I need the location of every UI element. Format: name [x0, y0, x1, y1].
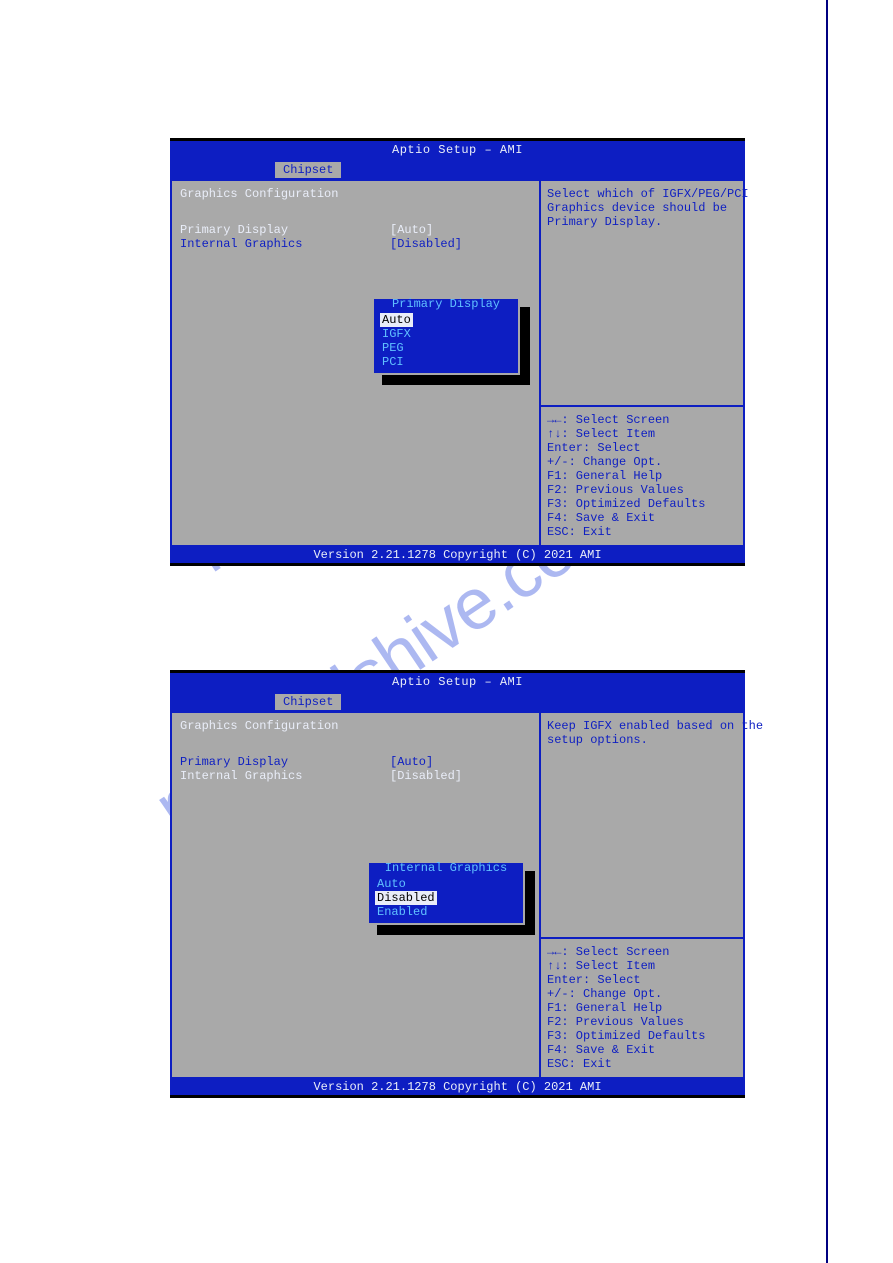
- popup-option-pci[interactable]: PCI: [380, 355, 406, 369]
- key-hint: F3: Optimized Defaults: [547, 1029, 737, 1043]
- key-hint: +/-: Change Opt.: [547, 455, 737, 469]
- option-internal-graphics[interactable]: Internal Graphics [Disabled]: [180, 237, 531, 251]
- popup-title: Internal Graphics: [369, 863, 523, 875]
- help-line: Primary Display.: [547, 215, 737, 229]
- popup-primary-display: Primary Display Auto IGFX PEG PCI: [372, 297, 520, 375]
- bios-tab-row: Chipset: [170, 691, 745, 711]
- bios-left-pane: Graphics Configuration Primary Display […: [170, 713, 541, 1077]
- popup-internal-graphics: Internal Graphics Auto Disabled Enabled: [367, 861, 525, 925]
- popup-option-auto[interactable]: Auto: [375, 877, 408, 891]
- key-hint: F3: Optimized Defaults: [547, 497, 737, 511]
- option-label: Internal Graphics: [180, 237, 390, 251]
- key-hint: F2: Previous Values: [547, 483, 737, 497]
- help-line: Select which of IGFX/PEG/PCI: [547, 187, 737, 201]
- key-hint: F2: Previous Values: [547, 1015, 737, 1029]
- help-description: Select which of IGFX/PEG/PCI Graphics de…: [547, 187, 737, 229]
- tab-chipset[interactable]: Chipset: [275, 694, 341, 710]
- option-value: [Auto]: [390, 755, 433, 769]
- popup-box: Primary Display Auto IGFX PEG PCI: [372, 297, 520, 375]
- tab-chipset[interactable]: Chipset: [275, 162, 341, 178]
- bios-title: Aptio Setup – AMI: [170, 141, 745, 159]
- popup-options: Auto Disabled Enabled: [369, 875, 523, 923]
- option-primary-display[interactable]: Primary Display [Auto]: [180, 223, 531, 237]
- option-label: Primary Display: [180, 223, 390, 237]
- option-value: [Auto]: [390, 223, 433, 237]
- key-hint: +/-: Change Opt.: [547, 987, 737, 1001]
- popup-title-text: Primary Display: [374, 297, 518, 311]
- bios-footer: Version 2.21.1278 Copyright (C) 2021 AMI: [170, 1079, 745, 1095]
- document-page: manualshive.com manualshive.com Aptio Se…: [0, 0, 893, 1263]
- bios-body: Graphics Configuration Primary Display […: [170, 179, 745, 547]
- key-hint: ↑↓: Select Item: [547, 427, 737, 441]
- help-separator: [541, 405, 743, 407]
- bios-help-pane: Keep IGFX enabled based on the setup opt…: [541, 713, 745, 1077]
- bios-footer: Version 2.21.1278 Copyright (C) 2021 AMI: [170, 547, 745, 563]
- key-hint: →←: Select Screen: [547, 945, 737, 959]
- option-internal-graphics[interactable]: Internal Graphics [Disabled]: [180, 769, 531, 783]
- key-hint: F1: General Help: [547, 1001, 737, 1015]
- bios-title: Aptio Setup – AMI: [170, 673, 745, 691]
- popup-option-disabled[interactable]: Disabled: [375, 891, 437, 905]
- popup-box: Internal Graphics Auto Disabled Enabled: [367, 861, 525, 925]
- popup-title-text: Internal Graphics: [369, 861, 523, 875]
- key-hint: ESC: Exit: [547, 525, 737, 539]
- bios-screenshot-primary-display: Aptio Setup – AMI Chipset Graphics Confi…: [170, 138, 745, 566]
- popup-options: Auto IGFX PEG PCI: [374, 311, 518, 373]
- bios-help-pane: Select which of IGFX/PEG/PCI Graphics de…: [541, 181, 745, 545]
- frame-border: [170, 563, 745, 566]
- help-line: Graphics device should be: [547, 201, 737, 215]
- key-hint: F4: Save & Exit: [547, 511, 737, 525]
- key-hint: F4: Save & Exit: [547, 1043, 737, 1057]
- page-margin-rule: [826, 0, 828, 1263]
- popup-option-peg[interactable]: PEG: [380, 341, 406, 355]
- key-hint: Enter: Select: [547, 441, 737, 455]
- key-hint: →←: Select Screen: [547, 413, 737, 427]
- popup-option-igfx[interactable]: IGFX: [380, 327, 413, 341]
- key-hint: ↑↓: Select Item: [547, 959, 737, 973]
- option-value: [Disabled]: [390, 769, 462, 783]
- option-label: Primary Display: [180, 755, 390, 769]
- key-hint: ESC: Exit: [547, 1057, 737, 1071]
- frame-border: [170, 1095, 745, 1098]
- help-description: Keep IGFX enabled based on the setup opt…: [547, 719, 737, 747]
- section-title: Graphics Configuration: [180, 719, 531, 733]
- section-title: Graphics Configuration: [180, 187, 531, 201]
- option-primary-display[interactable]: Primary Display [Auto]: [180, 755, 531, 769]
- bios-left-pane: Graphics Configuration Primary Display […: [170, 181, 541, 545]
- bios-body: Graphics Configuration Primary Display […: [170, 711, 745, 1079]
- help-keys: →←: Select Screen ↑↓: Select Item Enter:…: [547, 945, 737, 1071]
- help-keys: →←: Select Screen ↑↓: Select Item Enter:…: [547, 413, 737, 539]
- key-hint: F1: General Help: [547, 469, 737, 483]
- key-hint: Enter: Select: [547, 973, 737, 987]
- popup-title: Primary Display: [374, 299, 518, 311]
- help-line: Keep IGFX enabled based on the: [547, 719, 737, 733]
- option-value: [Disabled]: [390, 237, 462, 251]
- option-label: Internal Graphics: [180, 769, 390, 783]
- help-line: setup options.: [547, 733, 737, 747]
- help-separator: [541, 937, 743, 939]
- popup-option-enabled[interactable]: Enabled: [375, 905, 429, 919]
- bios-screenshot-internal-graphics: Aptio Setup – AMI Chipset Graphics Confi…: [170, 670, 745, 1098]
- bios-tab-row: Chipset: [170, 159, 745, 179]
- popup-option-auto[interactable]: Auto: [380, 313, 413, 327]
